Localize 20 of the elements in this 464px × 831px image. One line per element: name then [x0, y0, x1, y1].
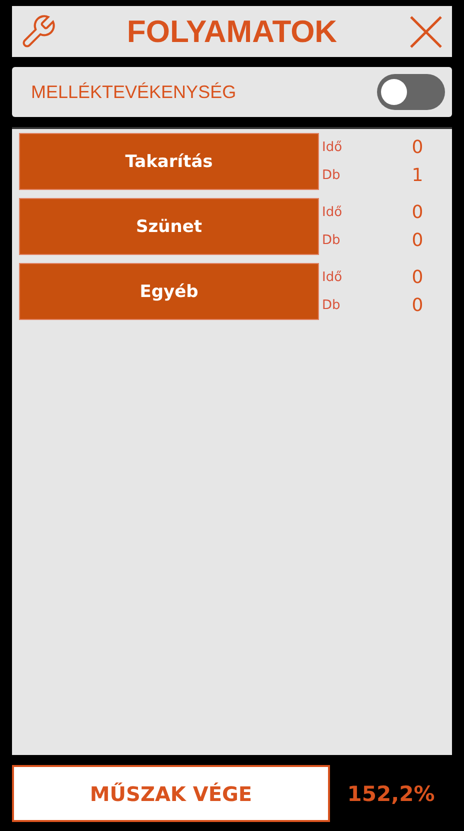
count-label: Db — [322, 168, 340, 184]
count-label: Db — [322, 233, 340, 248]
count-value: 0 — [412, 230, 424, 252]
time-value: 0 — [412, 266, 424, 288]
percent-value: 152,2% — [346, 782, 436, 806]
process-button[interactable]: Egyéb — [19, 263, 319, 320]
toggle-switch[interactable] — [377, 74, 445, 110]
toggle-label: MELLÉKTEVÉKENYSÉG — [31, 82, 236, 102]
count-label: Db — [322, 298, 340, 314]
count-value: 0 — [412, 295, 424, 316]
time-label: Idő — [322, 204, 342, 220]
time-value: 0 — [412, 136, 424, 158]
page-title: FOLYAMATOK — [126, 14, 338, 50]
process-button[interactable]: Szünet — [19, 198, 319, 255]
time-label: Idő — [322, 140, 342, 155]
time-value: 0 — [412, 202, 424, 223]
end-shift-button[interactable]: MŰSZAK VÉGE — [12, 765, 330, 822]
time-label: Idő — [322, 270, 342, 285]
process-button[interactable]: Takarítás — [19, 133, 319, 190]
count-value: 1 — [412, 165, 424, 186]
